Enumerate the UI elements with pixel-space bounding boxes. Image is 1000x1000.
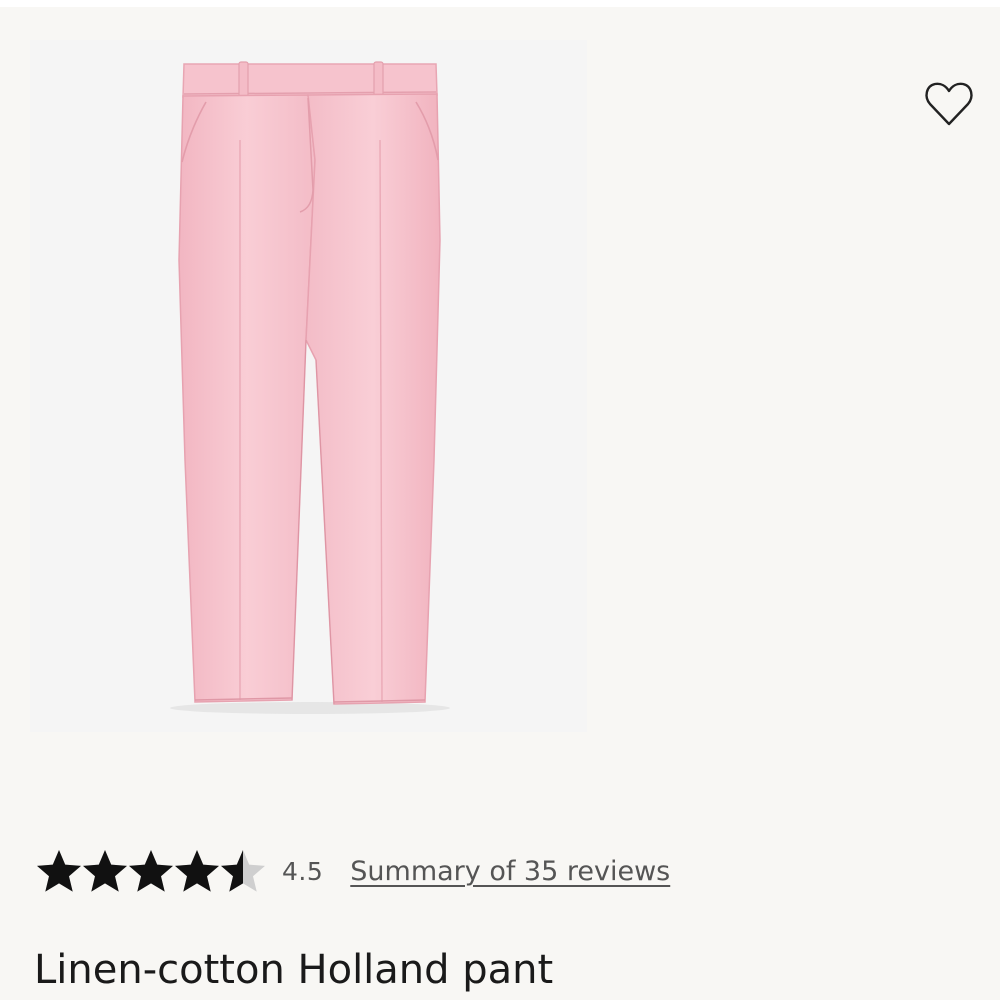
product-page: 4.5 Summary of 35 reviews Linen-cotton H… xyxy=(0,0,1000,1000)
product-image[interactable] xyxy=(30,40,587,732)
reviews-summary-link[interactable]: Summary of 35 reviews xyxy=(350,856,670,887)
pants-illustration xyxy=(170,61,450,714)
star-rating xyxy=(36,848,266,894)
star-full-icon xyxy=(175,850,219,892)
top-strip xyxy=(0,0,1000,7)
star-full-icon xyxy=(83,850,127,892)
star-full-icon xyxy=(129,850,173,892)
product-title: Linen-cotton Holland pant xyxy=(34,947,554,993)
wishlist-button[interactable] xyxy=(921,77,977,131)
rating-row: 4.5 Summary of 35 reviews xyxy=(36,842,670,900)
heart-outline-icon xyxy=(925,82,973,126)
star-half-icon xyxy=(221,850,265,892)
rating-value: 4.5 xyxy=(282,856,324,886)
star-full-icon xyxy=(37,850,81,892)
